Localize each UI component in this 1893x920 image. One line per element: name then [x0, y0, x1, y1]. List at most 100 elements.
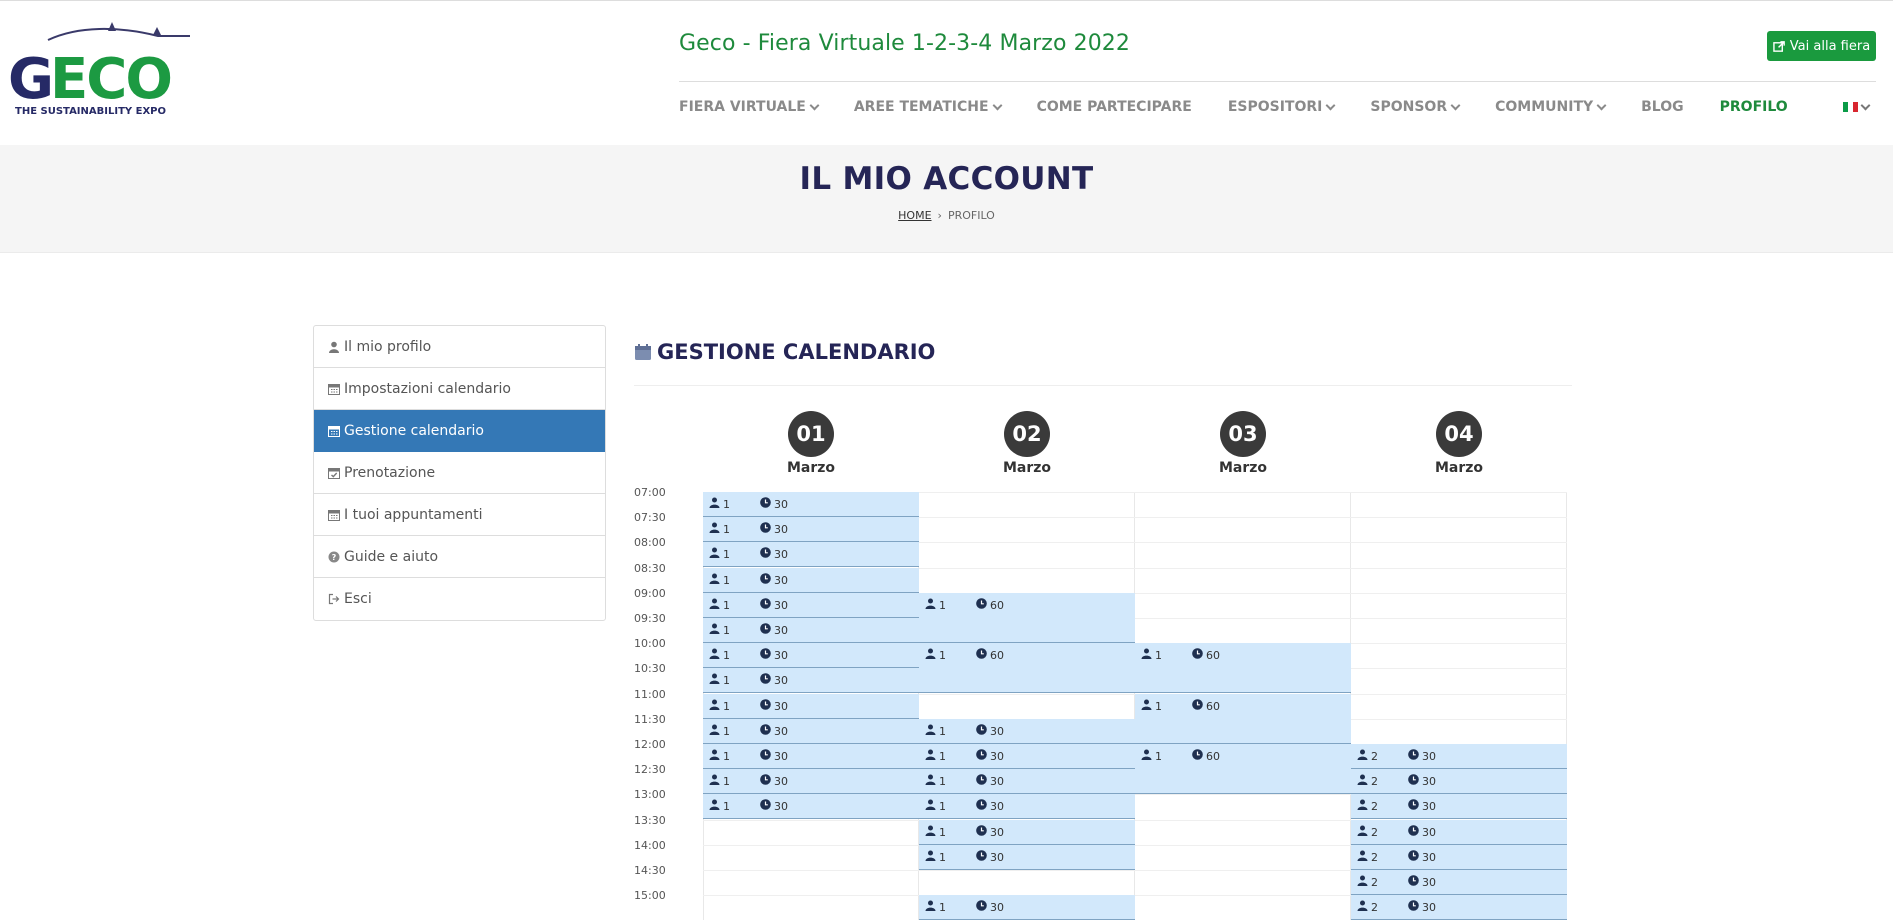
time-label: 07:00	[634, 486, 666, 499]
slot-duration: 30	[1408, 799, 1436, 813]
breadcrumb-separator: ›	[937, 209, 942, 222]
sidebar-item-gestione-calendario[interactable]: Gestione calendario	[314, 410, 605, 452]
sidebar-item-label: Il mio profilo	[344, 338, 432, 355]
slot-capacity-value: 1	[1155, 699, 1162, 713]
availability-slot[interactable]: 2 30	[1351, 870, 1567, 895]
availability-slot[interactable]: 2 30	[1351, 769, 1567, 794]
availability-slot[interactable]: 1 30	[703, 694, 919, 719]
availability-slot[interactable]: 1 60	[1135, 694, 1351, 744]
availability-slot[interactable]: 1 30	[919, 744, 1135, 769]
sidebar-item-guide-e-aiuto[interactable]: ? Guide e aiuto	[314, 536, 605, 578]
availability-slot[interactable]: 1 30	[919, 769, 1135, 794]
availability-slot[interactable]: 2 30	[1351, 845, 1567, 870]
clock-icon	[1192, 699, 1203, 713]
chevron-down-icon	[1325, 100, 1336, 110]
availability-slot[interactable]: 2 30	[1351, 820, 1567, 845]
availability-slot[interactable]: 1 60	[1135, 643, 1351, 693]
slot-duration: 30	[760, 774, 788, 788]
slot-duration: 30	[976, 850, 1004, 864]
sidebar-item-i-tuoi-appuntamenti[interactable]: I tuoi appuntamenti	[314, 494, 605, 536]
question-circle-icon: ?	[328, 551, 340, 563]
user-icon	[925, 724, 936, 738]
nav-item-sponsor[interactable]: SPONSOR	[1370, 99, 1461, 115]
slot-capacity-value: 1	[723, 522, 730, 536]
availability-slot[interactable]: 1 60	[919, 643, 1135, 693]
slot-duration-value: 30	[990, 799, 1004, 813]
nav-item-profilo[interactable]: PROFILO	[1720, 99, 1788, 115]
slot-capacity-value: 1	[1155, 749, 1162, 763]
day-number-badge: 01	[788, 411, 834, 457]
user-icon	[709, 598, 720, 612]
availability-slot[interactable]: 1 60	[1135, 744, 1351, 794]
availability-slot[interactable]: 1 30	[703, 643, 919, 668]
nav-item-come-partecipare[interactable]: COME PARTECIPARE	[1037, 99, 1192, 115]
slot-capacity-value: 1	[723, 573, 730, 587]
availability-slot[interactable]: 2 30	[1351, 794, 1567, 819]
time-label: 11:00	[634, 687, 666, 701]
slot-capacity: 1	[1141, 648, 1162, 662]
nav-item-blog[interactable]: BLOG	[1641, 99, 1684, 115]
sidebar-item-il-mio-profilo[interactable]: Il mio profilo	[314, 326, 605, 368]
breadcrumb-home-link[interactable]: HOME	[898, 209, 931, 222]
slot-duration: 30	[760, 673, 788, 687]
sign-out-icon	[328, 593, 340, 605]
availability-slot[interactable]: 1 30	[703, 542, 919, 567]
slot-duration-value: 30	[990, 749, 1004, 763]
slot-capacity-value: 1	[723, 673, 730, 687]
user-icon	[1357, 825, 1368, 839]
nav-item-espositori[interactable]: ESPOSITORI	[1228, 99, 1336, 115]
slot-capacity-value: 1	[723, 547, 730, 561]
nav-item-community[interactable]: COMMUNITY	[1495, 99, 1607, 115]
availability-slot[interactable]: 1 30	[703, 769, 919, 794]
top-border	[0, 0, 1893, 1]
availability-slot[interactable]: 1 30	[919, 794, 1135, 819]
clock-icon	[1408, 749, 1419, 763]
slot-capacity-value: 1	[939, 749, 946, 763]
slot-capacity-value: 2	[1371, 875, 1378, 889]
nav-item-fiera-virtuale[interactable]: FIERA VIRTUALE	[679, 99, 820, 115]
slot-capacity: 1	[925, 598, 946, 612]
slot-duration-value: 30	[1422, 774, 1436, 788]
nav-item-label: COME PARTECIPARE	[1036, 99, 1192, 115]
availability-slot[interactable]: 1 30	[703, 568, 919, 593]
user-icon	[925, 850, 936, 864]
slot-capacity: 1	[925, 724, 946, 738]
nav-item-label: SPONSOR	[1370, 99, 1448, 115]
slot-duration-value: 60	[1206, 749, 1220, 763]
availability-slot[interactable]: 1 30	[919, 845, 1135, 870]
clock-icon	[760, 598, 771, 612]
availability-slot[interactable]: 2 30	[1351, 895, 1567, 920]
availability-slot[interactable]: 1 30	[703, 744, 919, 769]
availability-slot[interactable]: 2 30	[1351, 744, 1567, 769]
time-label: 12:30	[634, 763, 666, 777]
svg-text:ECO: ECO	[50, 47, 171, 112]
go-to-fair-button[interactable]: Vai alla fiera	[1767, 31, 1876, 61]
slot-capacity: 1	[925, 825, 946, 839]
user-icon	[709, 522, 720, 536]
time-label: 08:00	[634, 536, 666, 550]
availability-slot[interactable]: 1 30	[919, 895, 1135, 920]
slot-duration: 30	[1408, 900, 1436, 914]
sidebar-item-prenotazione[interactable]: Prenotazione	[314, 452, 605, 494]
availability-slot[interactable]: 1 30	[703, 517, 919, 542]
availability-slot[interactable]: 1 30	[703, 794, 919, 819]
day-header: 01 Marzo	[703, 411, 919, 476]
slot-duration-value: 30	[1422, 749, 1436, 763]
availability-slot[interactable]: 1 30	[919, 820, 1135, 845]
slot-capacity: 1	[709, 648, 730, 662]
availability-slot[interactable]: 1 30	[703, 593, 919, 618]
language-selector[interactable]	[1843, 100, 1871, 112]
nav-item-aree-tematiche[interactable]: AREE TEMATICHE	[854, 99, 1003, 115]
availability-slot[interactable]: 1 60	[919, 593, 1135, 643]
time-label: 09:30	[634, 612, 666, 625]
availability-slot[interactable]: 1 30	[703, 492, 919, 517]
sidebar-item-impostazioni-calendario[interactable]: Impostazioni calendario	[314, 368, 605, 410]
availability-slot[interactable]: 1 30	[919, 719, 1135, 744]
sidebar-item-esci[interactable]: Esci	[314, 578, 605, 620]
geco-logo[interactable]: G ECO THE SUSTAINABILITY EXPO	[8, 18, 198, 122]
availability-slot[interactable]: 1 30	[703, 618, 919, 643]
nav-item-label: COMMUNITY	[1495, 99, 1594, 115]
availability-slot[interactable]: 1 30	[703, 668, 919, 693]
clock-icon	[760, 673, 771, 687]
availability-slot[interactable]: 1 30	[703, 719, 919, 744]
